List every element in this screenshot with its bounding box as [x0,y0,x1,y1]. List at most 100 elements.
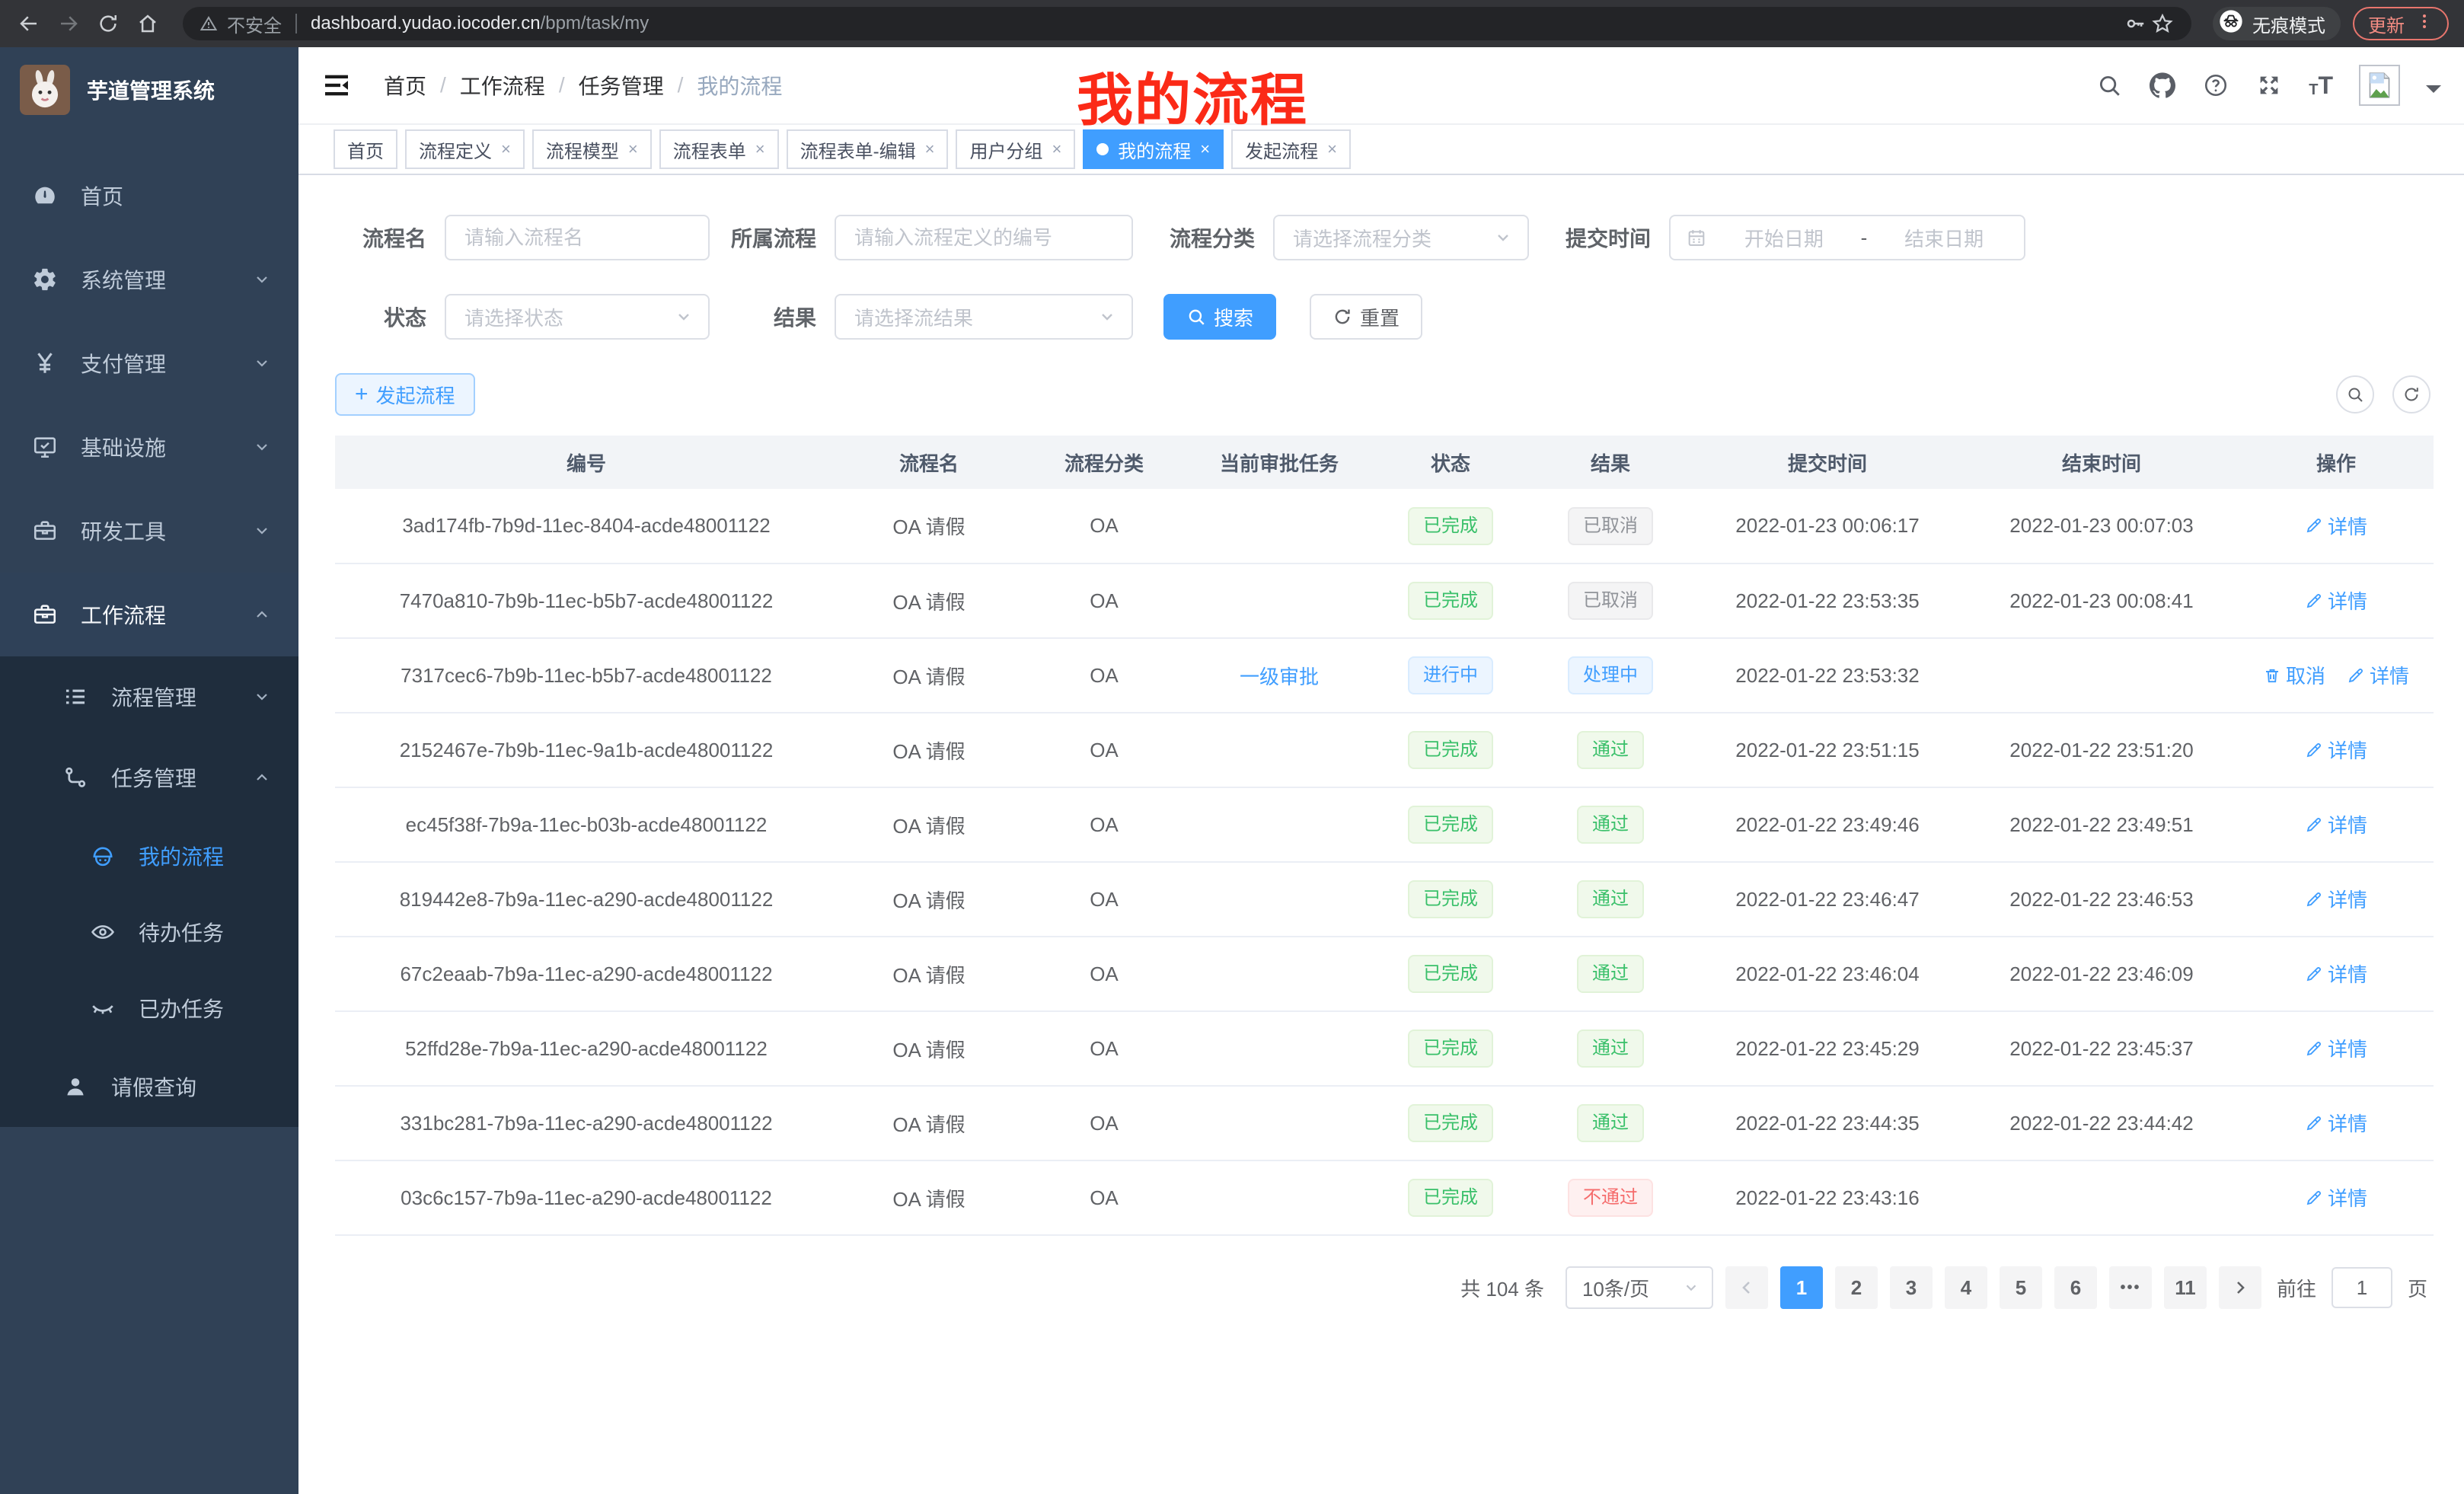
tab-close-icon[interactable]: × [628,141,638,158]
breadcrumb-item[interactable]: 任务管理 [579,70,664,101]
tab-close-icon[interactable]: × [501,141,511,158]
tab-user-group[interactable]: 用户分组× [956,129,1075,169]
avatar-caret-icon[interactable] [2426,85,2441,101]
reset-button[interactable]: 重置 [1310,294,1422,340]
result-cell: 处理中 [1530,638,1690,713]
sidebar-item-payment[interactable]: 支付管理 [0,321,298,405]
tab-close-icon[interactable]: × [1200,141,1210,158]
sidebar-item-leave-query[interactable]: 请假查询 [0,1046,298,1127]
sidebar-item-todo-tasks[interactable]: 待办任务 [0,894,298,970]
sidebar-item-task-management[interactable]: 任务管理 [0,737,298,818]
page-size-select[interactable]: 10条/页 [1566,1266,1713,1309]
tab-process-model[interactable]: 流程模型× [532,129,652,169]
detail-action-link[interactable]: 详情 [2305,586,2367,615]
tab-label: 首页 [347,136,384,163]
bookmark-star-icon[interactable] [2149,10,2176,37]
sidebar-item-done-tasks[interactable]: 已办任务 [0,970,298,1046]
category-select[interactable]: 请选择流程分类 [1273,215,1529,260]
sidebar-item-infrastructure[interactable]: 基础设施 [0,405,298,489]
tab-close-icon[interactable]: × [1327,141,1337,158]
toolbox-icon [32,602,58,627]
detail-action-link[interactable]: 详情 [2305,959,2367,988]
github-icon[interactable] [2149,72,2176,99]
more-pages-button[interactable]: ••• [2109,1266,2152,1309]
tab-close-icon[interactable]: × [925,141,935,158]
browser-back-icon[interactable] [15,10,43,37]
column-header: 结束时间 [1964,436,2239,489]
detail-action-link[interactable]: 详情 [2305,1183,2367,1211]
tab-close-icon[interactable]: × [1052,141,1061,158]
process-definition-input[interactable] [835,215,1133,260]
page-button-5[interactable]: 5 [2000,1266,2042,1309]
page-button-1[interactable]: 1 [1780,1266,1823,1309]
submit-time-range-picker[interactable]: 开始日期 - 结束日期 [1669,215,2025,260]
tab-process-form-edit[interactable]: 流程表单-编辑× [787,129,949,169]
chevron-down-icon [253,270,271,289]
detail-action-link[interactable]: 详情 [2305,885,2367,913]
sidebar-item-devtools[interactable]: 研发工具 [0,489,298,573]
breadcrumb-item[interactable]: 首页 [384,70,426,101]
key-icon[interactable] [2121,10,2149,37]
search-button[interactable]: 搜索 [1163,294,1276,340]
search-icon[interactable] [2095,72,2123,99]
breadcrumb-item[interactable]: 工作流程 [460,70,545,101]
address-bar[interactable]: 不安全 dashboard.yudao.iocoder.cn/bpm/task/… [183,7,2191,40]
page-button-2[interactable]: 2 [1835,1266,1878,1309]
prev-page-button[interactable] [1725,1266,1768,1309]
browser-menu-dots-icon[interactable] [2415,12,2434,36]
browser-home-icon[interactable] [134,10,161,37]
hamburger-icon[interactable] [321,70,352,101]
user-avatar[interactable] [2359,65,2400,106]
browser-forward-icon[interactable] [55,10,82,37]
pen-icon [2305,1114,2323,1132]
actions-cell: 详情 [2239,787,2434,862]
page-button-11[interactable]: 11 [2164,1266,2207,1309]
page-button-4[interactable]: 4 [1945,1266,1987,1309]
next-page-button[interactable] [2219,1266,2261,1309]
detail-action-link[interactable]: 详情 [2305,736,2367,764]
sidebar-item-home[interactable]: 首页 [0,154,298,238]
sidebar-item-my-process[interactable]: 我的流程 [0,818,298,894]
category-cell: OA [1020,787,1188,862]
status-badge: 不通过 [1568,1179,1653,1217]
font-size-icon[interactable]: TT [2309,73,2333,97]
tab-process-form[interactable]: 流程表单× [659,129,779,169]
page-button-6[interactable]: 6 [2054,1266,2097,1309]
result-select[interactable]: 请选择流结果 [835,294,1133,340]
goto-page-input[interactable] [2332,1267,2392,1308]
detail-action-link[interactable]: 详情 [2305,512,2367,540]
detail-action-link[interactable]: 详情 [2305,1034,2367,1062]
detail-action-link[interactable]: 详情 [2305,810,2367,838]
table-row: 819442e8-7b9a-11ec-a290-acde48001122OA 请… [335,862,2434,937]
create-process-button[interactable]: + 发起流程 [335,373,475,416]
cancel-action-link[interactable]: 取消 [2263,661,2325,689]
table-header-row: 编号流程名流程分类当前审批任务状态结果提交时间结束时间操作 [335,436,2434,489]
sidebar-item-system[interactable]: 系统管理 [0,238,298,321]
actions-cell: 取消详情 [2239,638,2434,713]
status-badge: 已取消 [1568,582,1653,620]
actions-cell: 详情 [2239,1086,2434,1160]
page-button-3[interactable]: 3 [1890,1266,1933,1309]
sidebar-logo[interactable]: 芋道管理系统 [0,47,298,132]
detail-action-link[interactable]: 详情 [2347,661,2409,689]
browser-reload-icon[interactable] [94,10,122,37]
current-task-link[interactable]: 一级审批 [1240,666,1319,688]
sidebar-item-label: 已办任务 [139,993,271,1023]
not-secure-warning-icon[interactable] [198,13,219,34]
status-select[interactable]: 请选择状态 [445,294,710,340]
tab-process-definition[interactable]: 流程定义× [405,129,525,169]
tab-home[interactable]: 首页 [334,129,397,169]
tab-start-process[interactable]: 发起流程× [1231,129,1351,169]
help-icon[interactable] [2202,72,2229,99]
fullscreen-icon[interactable] [2255,72,2283,99]
process-name-input[interactable] [445,215,710,260]
browser-update-button[interactable]: 更新 [2353,7,2449,40]
toggle-search-button[interactable] [2336,375,2374,413]
sidebar-item-workflow[interactable]: 工作流程 [0,573,298,656]
tab-my-process[interactable]: 我的流程× [1083,129,1224,169]
detail-action-link[interactable]: 详情 [2305,1109,2367,1137]
sidebar-item-process-management[interactable]: 流程管理 [0,656,298,737]
refresh-table-button[interactable] [2392,375,2430,413]
status-cell: 已完成 [1371,787,1530,862]
tab-close-icon[interactable]: × [755,141,765,158]
